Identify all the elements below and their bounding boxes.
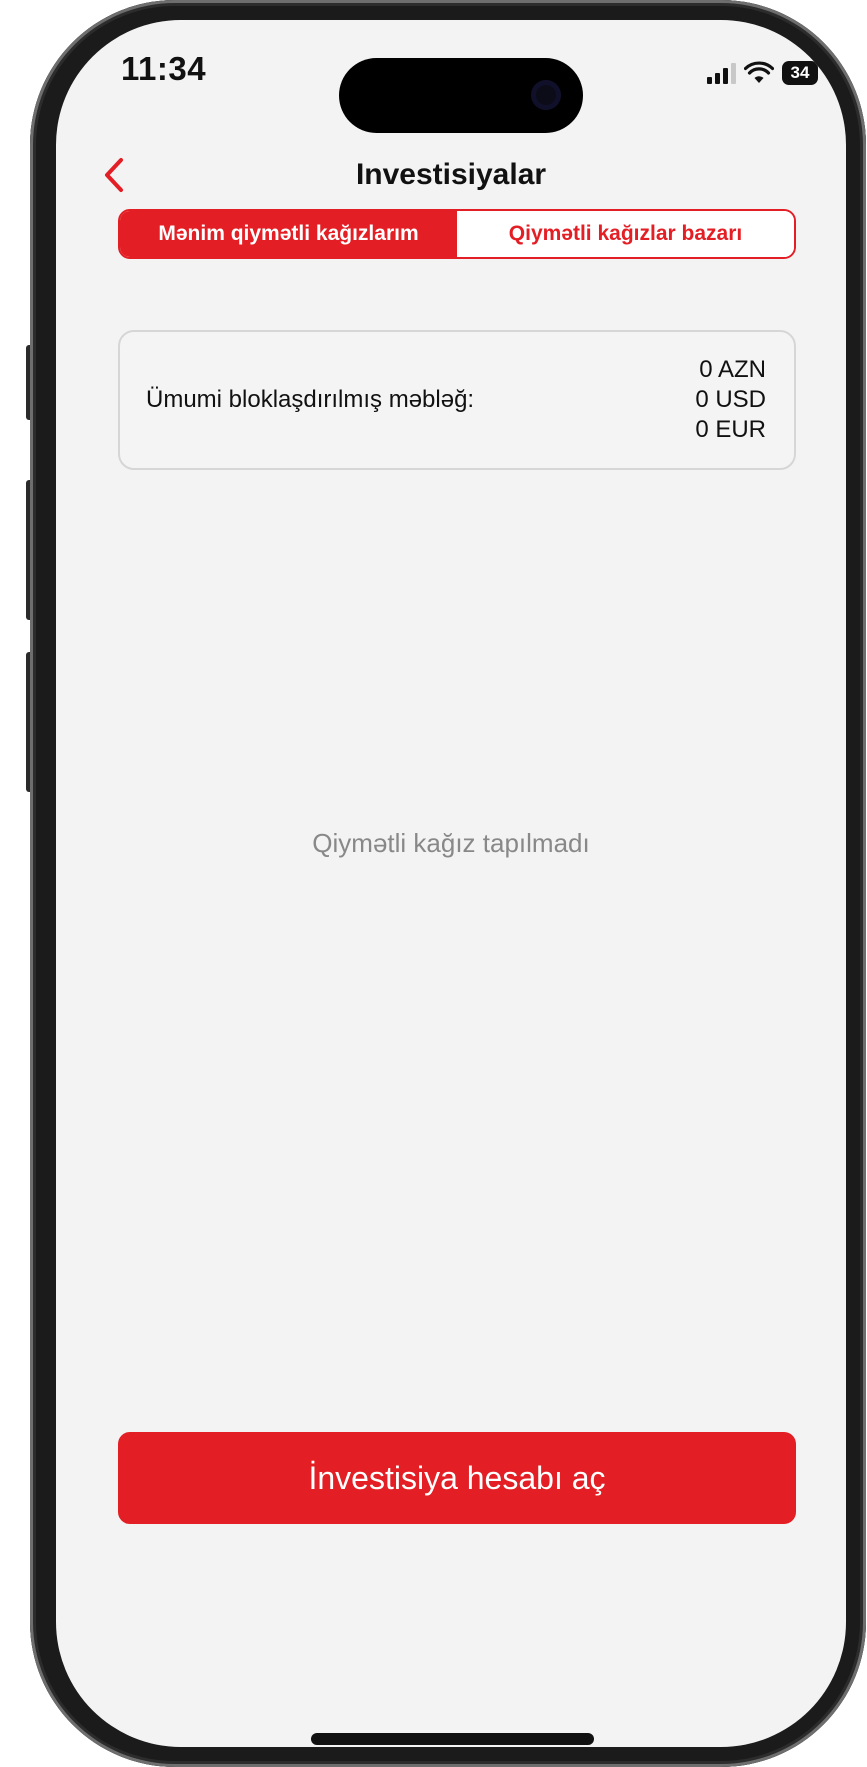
open-investment-account-button[interactable]: İnvestisiya hesabı aç [118,1432,796,1524]
signal-icon [707,62,736,84]
empty-state-message: Qiymətli kağız tapılmadı [312,828,590,858]
segmented-tabs: Mənim qiymətli kağızlarım Qiymətli kağız… [118,209,796,259]
tab-securities-market[interactable]: Qiymətli kağızlar bazarı [457,211,794,257]
front-camera [531,80,561,110]
amount-azn: 0 AZN [699,356,766,383]
wifi-icon [744,61,774,83]
status-indicators: 34 [707,58,818,88]
blocked-amount-values: 0 AZN 0 USD 0 EUR [695,355,766,445]
blocked-amount-card: Ümumi bloklaşdırılmış məbləğ: 0 AZN 0 US… [118,330,796,470]
tab-my-securities[interactable]: Mənim qiymətli kağızlarım [120,211,457,257]
amount-usd: 0 USD [695,386,766,413]
amount-eur: 0 EUR [695,416,766,443]
dynamic-island [339,58,583,133]
status-time: 11:34 [121,50,207,87]
battery-icon: 34 [782,61,818,85]
phone-frame: 11:34 34 Investisiyalar Mənim qiymətli k… [30,0,866,1767]
blocked-amount-label: Ümumi bloklaşdırılmış məbləğ: [146,386,475,413]
home-indicator [311,1733,594,1745]
app-screen: 11:34 34 Investisiyalar Mənim qiymətli k… [56,20,846,1747]
page-title: Investisiyalar [355,158,547,191]
